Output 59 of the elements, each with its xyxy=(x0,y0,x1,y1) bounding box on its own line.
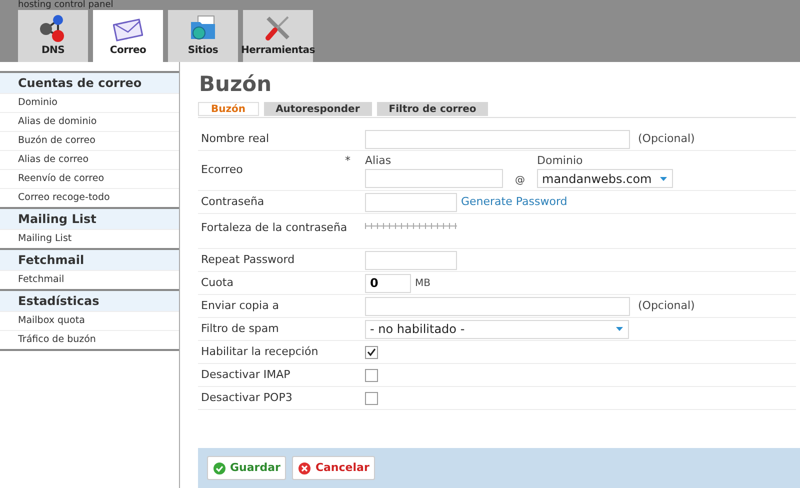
spam-filter-select[interactable]: - no habilitado - xyxy=(365,320,629,338)
optional-note: (Opcional) xyxy=(638,298,695,314)
checkbox[interactable] xyxy=(365,368,378,382)
sidebar-item[interactable]: Alias de correo xyxy=(0,150,179,169)
required-mark: * xyxy=(345,152,352,169)
domain-select[interactable]: mandanwebs.com xyxy=(537,169,673,188)
field-label: Nombre real xyxy=(200,130,270,147)
sidebar-item[interactable]: Alias de dominio xyxy=(0,112,179,131)
dropdown-caret-icon xyxy=(660,176,667,181)
main-tab[interactable]: DNS xyxy=(18,10,88,62)
field-label: Filtro de spam xyxy=(200,320,280,337)
field-label: Desactivar POP3 xyxy=(200,390,294,406)
repeat-password-field[interactable] xyxy=(365,250,457,270)
generate-password-link[interactable]: Generate Password xyxy=(461,194,568,210)
sidebar-item[interactable]: Dominio xyxy=(0,93,179,112)
sidebar-item[interactable]: Mailing List xyxy=(0,229,179,248)
sidebar-item[interactable]: Buzón de correo xyxy=(0,131,179,150)
sidebar-section-title: Fetchmail xyxy=(0,250,179,270)
page-title: Buzón xyxy=(198,71,273,97)
checkmark-icon xyxy=(367,348,376,356)
cancel-button[interactable]: Cancelar xyxy=(292,456,376,480)
form-tab[interactable]: Autoresponder xyxy=(264,102,372,116)
unit-label: MB xyxy=(415,276,430,290)
field-label: Enviar copia a xyxy=(200,298,280,314)
password-input-field[interactable] xyxy=(365,192,457,212)
sidebar-item[interactable]: Correo recoge-todo xyxy=(0,188,179,207)
check-circle-icon xyxy=(213,462,226,474)
sidebar-section-title: Estadísticas xyxy=(0,291,179,311)
sidebar-item[interactable]: Tráfico de buzón xyxy=(0,330,179,349)
header-title: hosting control panel xyxy=(17,0,114,10)
field-label: Ecorreo xyxy=(200,162,244,178)
main-tab[interactable]: Correo xyxy=(93,10,163,62)
field-label: Contraseña xyxy=(200,194,266,210)
domain-label: Dominio xyxy=(537,152,584,169)
checkbox[interactable] xyxy=(365,392,378,404)
text-input-field[interactable] xyxy=(365,130,630,148)
sidebar-item[interactable]: Fetchmail xyxy=(0,270,179,289)
field-label: Cuota xyxy=(200,274,234,291)
sidebar-section-title: Cuentas de correo xyxy=(0,73,179,93)
text-input-field[interactable] xyxy=(365,296,630,316)
optional-note: (Opcional) xyxy=(638,130,695,147)
close-circle-icon xyxy=(298,462,312,474)
sidebar-section-title: Mailing List xyxy=(0,209,179,229)
field-label: Desactivar IMAP xyxy=(200,366,292,383)
quota-input-field[interactable]: 0 xyxy=(365,274,411,292)
field-label: Habilitar la recepción xyxy=(200,344,320,360)
field-label: Repeat Password xyxy=(200,252,296,268)
field-label: Fortaleza de la contraseña xyxy=(200,220,348,236)
alias-input-field[interactable] xyxy=(365,169,503,188)
checkbox[interactable] xyxy=(365,346,378,358)
alias-label: Alias xyxy=(365,152,392,169)
dropdown-caret-icon xyxy=(616,327,623,331)
sidebar-item[interactable]: Mailbox quota xyxy=(0,311,179,330)
main-tab[interactable]: Herramientas xyxy=(243,10,313,62)
main-tab[interactable]: Sitios xyxy=(168,10,238,62)
form-tab[interactable]: Filtro de correo xyxy=(376,102,488,116)
save-button[interactable]: Guardar xyxy=(207,456,286,480)
sidebar-item[interactable]: Reenvío de correo xyxy=(0,169,179,188)
at-sign: @ xyxy=(515,174,525,188)
